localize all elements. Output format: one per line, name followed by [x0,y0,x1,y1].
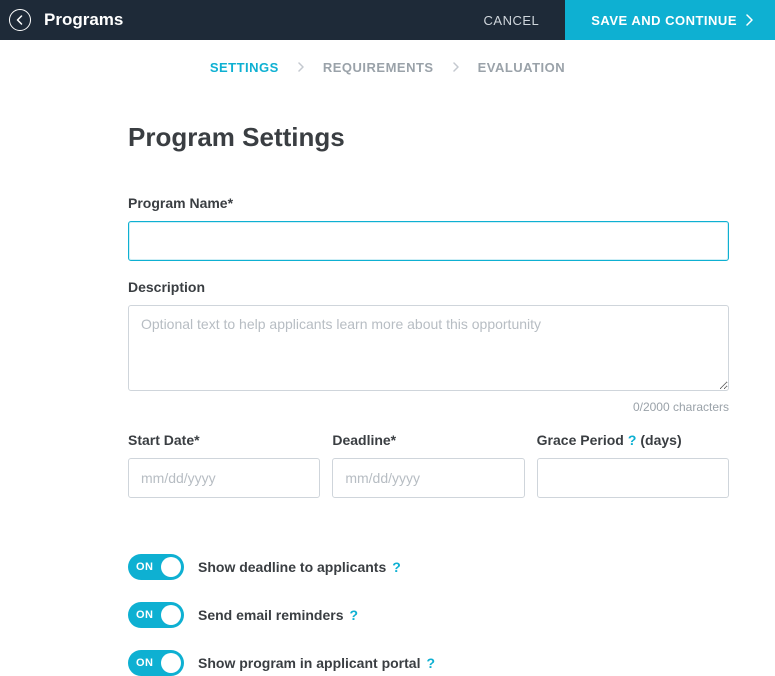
field-description: Description 0/2000 characters [128,279,729,414]
deadline-input[interactable] [332,458,524,498]
section-heading: Program Settings [128,122,729,153]
toggle-show-deadline[interactable]: ON [128,554,184,580]
content: Program Settings Program Name* Descripti… [0,94,775,676]
breadcrumb: SETTINGS REQUIREMENTS EVALUATION [0,40,775,94]
save-button-label: SAVE AND CONTINUE [591,13,737,28]
field-deadline: Deadline* [332,432,524,498]
description-textarea[interactable] [128,305,729,391]
back-button[interactable] [0,0,40,40]
help-icon[interactable]: ? [392,559,401,575]
breadcrumb-step-settings[interactable]: SETTINGS [210,60,279,75]
topbar-actions: CANCEL SAVE AND CONTINUE [458,0,775,40]
field-grace-period: Grace Period ? (days) [537,432,729,498]
toggle-knob [161,653,181,673]
description-char-counter: 0/2000 characters [128,400,729,414]
grace-period-input[interactable] [537,458,729,498]
toggle-state-label: ON [136,657,154,669]
grace-period-label-text: Grace Period [537,432,624,448]
toggle-knob [161,605,181,625]
topbar: Programs CANCEL SAVE AND CONTINUE [0,0,775,40]
toggle-label-email-reminders: Send email reminders ? [198,607,358,623]
breadcrumb-step-requirements[interactable]: REQUIREMENTS [323,60,434,75]
field-start-date: Start Date* [128,432,320,498]
start-date-input[interactable] [128,458,320,498]
save-and-continue-button[interactable]: SAVE AND CONTINUE [565,0,775,40]
program-name-input[interactable] [128,221,729,261]
chevron-right-icon [297,62,305,72]
help-icon[interactable]: ? [426,655,435,671]
toggle-row-applicant-portal: ON Show program in applicant portal ? [128,650,729,676]
chevron-right-icon [745,14,753,26]
cancel-button[interactable]: CANCEL [458,0,566,40]
toggle-applicant-portal[interactable]: ON [128,650,184,676]
help-icon[interactable]: ? [350,607,359,623]
toggle-row-show-deadline: ON Show deadline to applicants ? [128,554,729,580]
toggle-label-text: Show program in applicant portal [198,655,420,671]
toggle-row-email-reminders: ON Send email reminders ? [128,602,729,628]
breadcrumb-step-evaluation[interactable]: EVALUATION [478,60,566,75]
toggle-state-label: ON [136,561,154,573]
toggle-label-text: Send email reminders [198,607,344,623]
help-icon[interactable]: ? [628,432,637,448]
field-program-name: Program Name* [128,195,729,261]
toggles-section: ON Show deadline to applicants ? ON Send… [128,554,729,676]
program-name-label: Program Name* [128,195,729,211]
date-row: Start Date* Deadline* Grace Period ? (da… [128,432,729,498]
grace-period-label: Grace Period ? (days) [537,432,729,448]
deadline-label: Deadline* [332,432,524,448]
toggle-email-reminders[interactable]: ON [128,602,184,628]
page-title: Programs [40,0,458,40]
start-date-label: Start Date* [128,432,320,448]
back-arrow-icon [9,9,31,31]
toggle-label-show-deadline: Show deadline to applicants ? [198,559,401,575]
toggle-knob [161,557,181,577]
toggle-state-label: ON [136,609,154,621]
toggle-label-text: Show deadline to applicants [198,559,386,575]
grace-period-suffix: (days) [640,432,681,448]
toggle-label-applicant-portal: Show program in applicant portal ? [198,655,435,671]
chevron-right-icon [452,62,460,72]
description-label: Description [128,279,729,295]
